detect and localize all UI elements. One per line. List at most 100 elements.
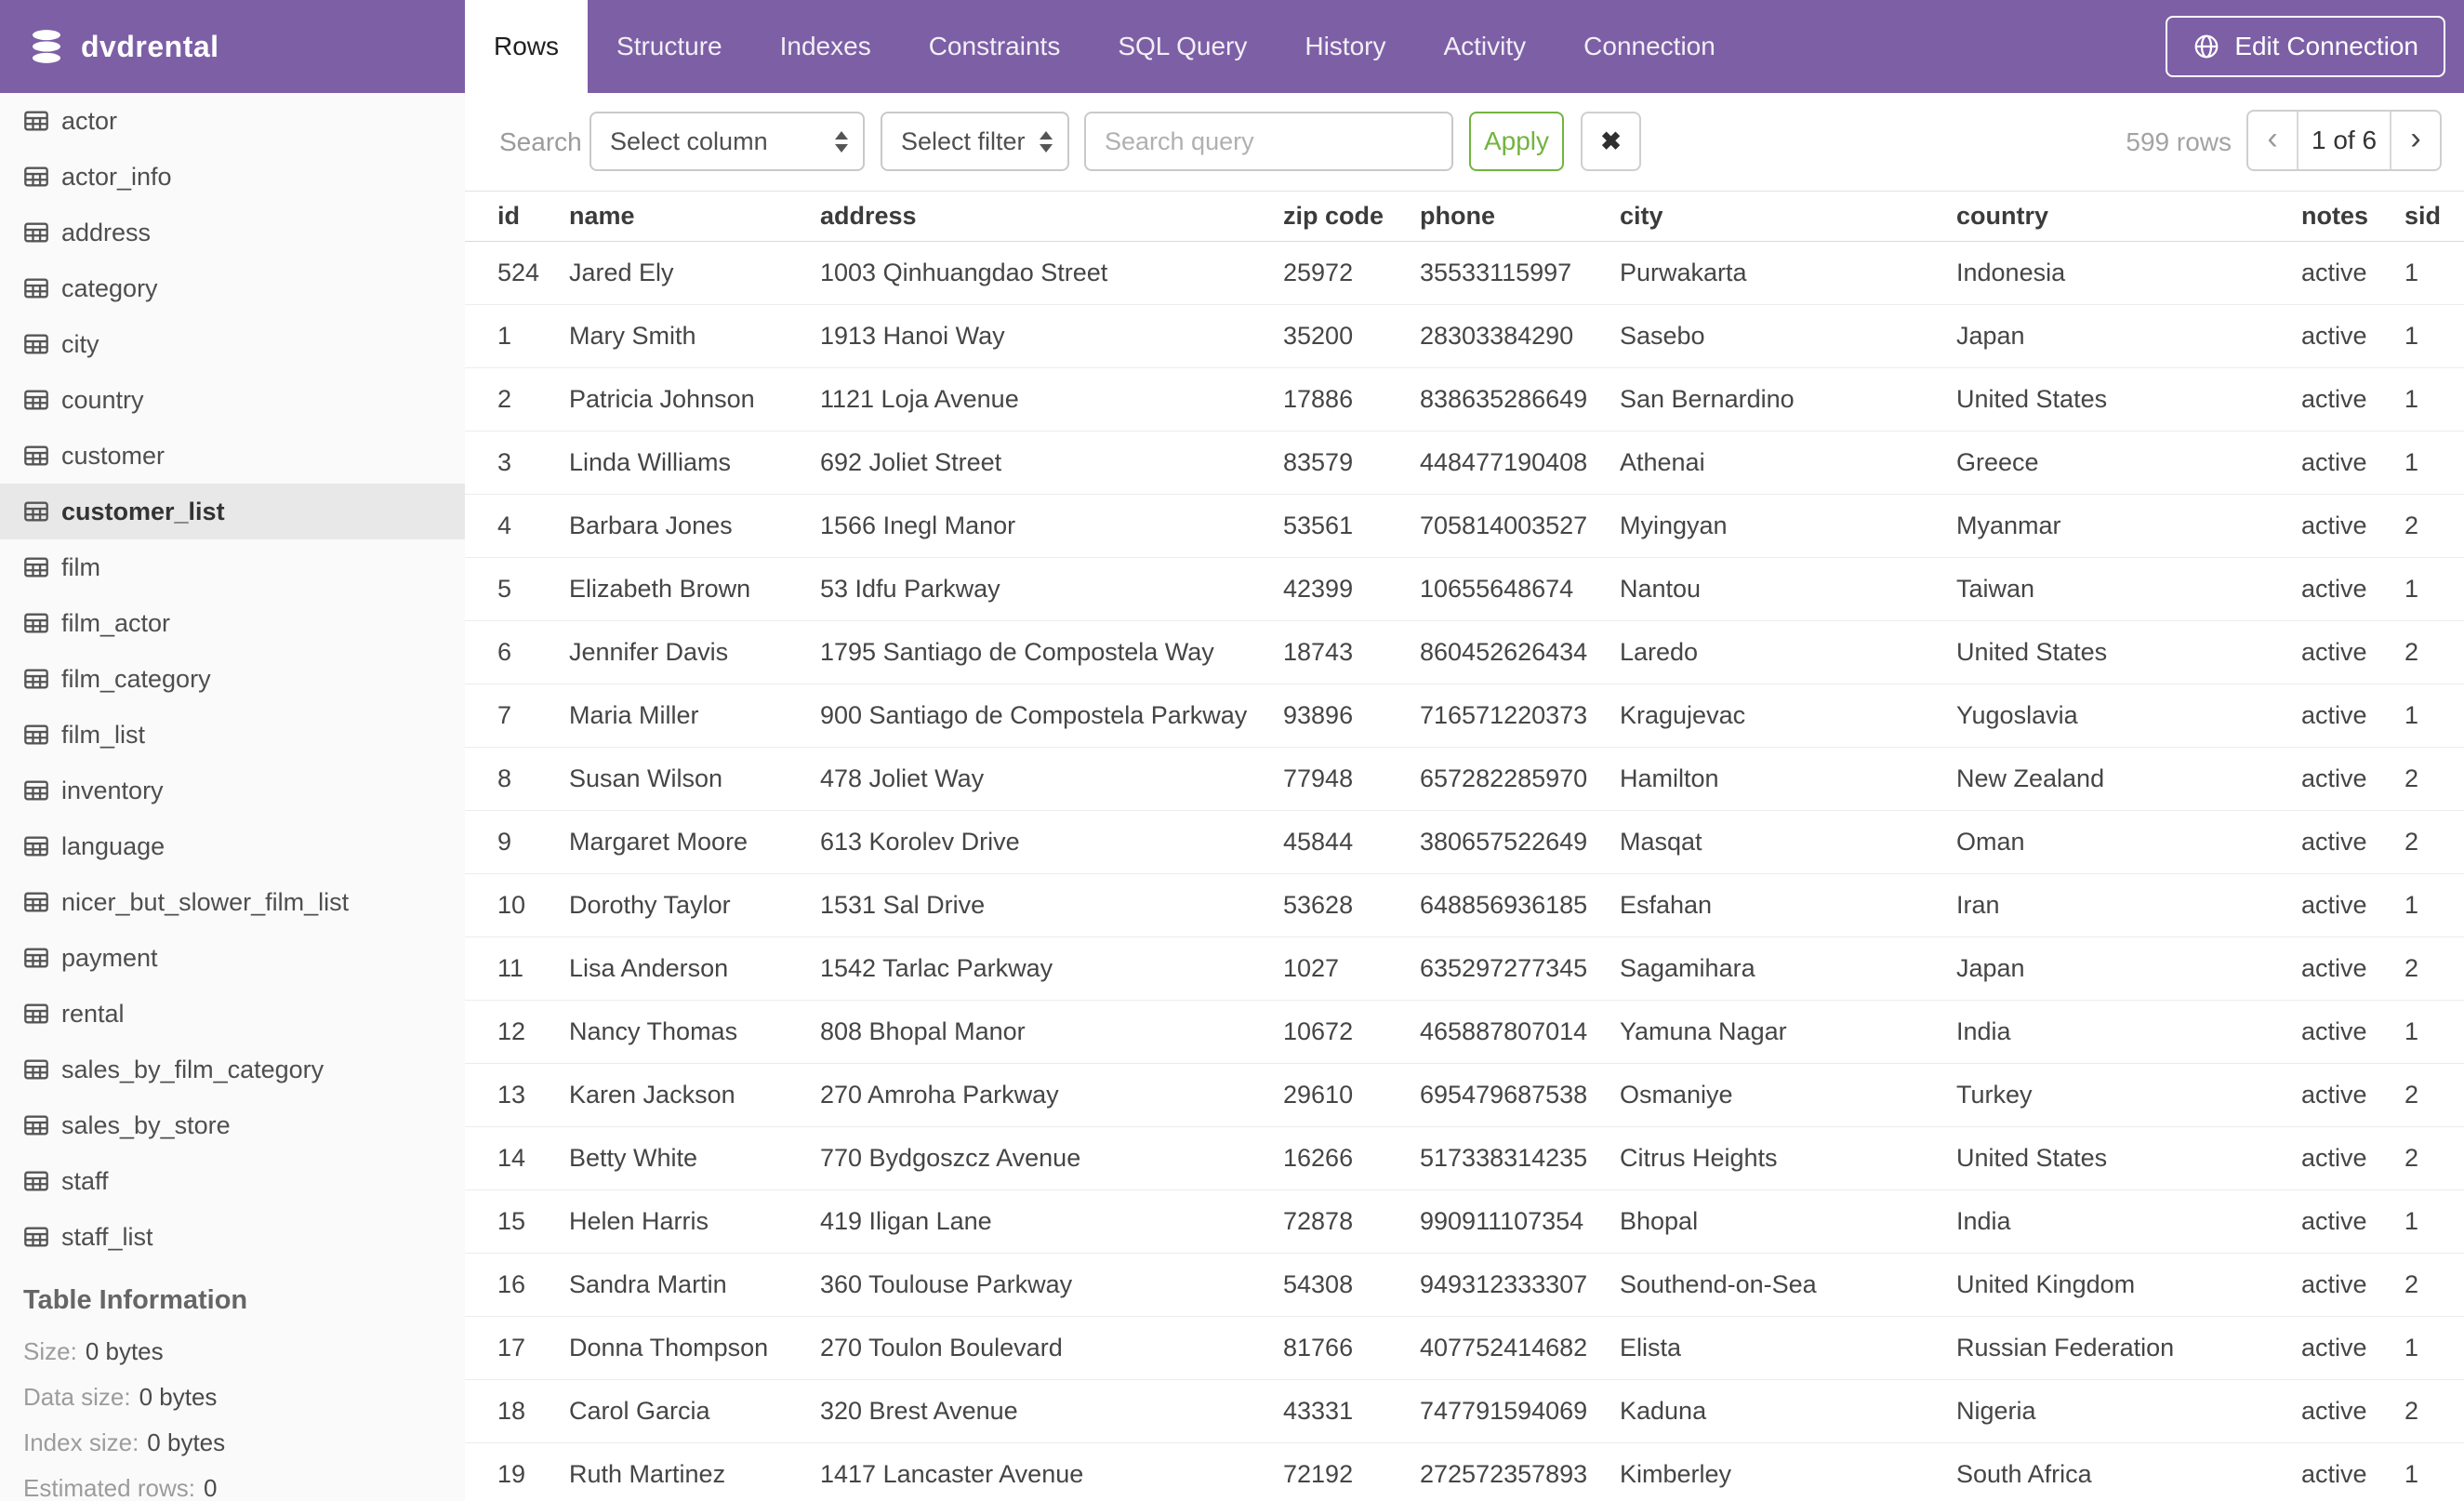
sidebar-item-staff[interactable]: staff: [0, 1153, 465, 1209]
cell-sid: 2: [2404, 810, 2464, 874]
table-row[interactable]: 2 Patricia Johnson 1121 Loja Avenue 17886 83…: [465, 367, 2464, 432]
column-header-notes[interactable]: notes: [2301, 191, 2404, 242]
sidebar-item-film-category[interactable]: film_category: [0, 651, 465, 707]
cell-sid: 2: [2404, 1253, 2464, 1317]
cell-address: 1913 Hanoi Way: [820, 304, 1283, 368]
column-header-phone[interactable]: phone: [1420, 191, 1620, 242]
tab-connection[interactable]: Connection: [1555, 0, 1744, 93]
tab-constraints[interactable]: Constraints: [900, 0, 1090, 93]
table-row[interactable]: 4 Barbara Jones 1566 Inegl Manor 53561 70581…: [465, 494, 2464, 558]
table-row[interactable]: 16 Sandra Martin 360 Toulouse Parkway 54308…: [465, 1253, 2464, 1317]
table-row[interactable]: 6 Jennifer Davis 1795 Santiago de Composte…: [465, 620, 2464, 684]
table-row[interactable]: 15 Helen Harris 419 Iligan Lane 72878 990911…: [465, 1189, 2464, 1254]
cell-country: India: [1956, 1000, 2301, 1064]
sidebar-item-sales-by-film-category[interactable]: sales_by_film_category: [0, 1042, 465, 1097]
edit-connection-button[interactable]: Edit Connection: [2166, 16, 2445, 77]
sidebar-item-address[interactable]: address: [0, 205, 465, 260]
sidebar-item-inventory[interactable]: inventory: [0, 763, 465, 818]
cell-city: Laredo: [1620, 620, 1956, 684]
table-row[interactable]: 10 Dorothy Taylor 1531 Sal Drive 53628 64885…: [465, 873, 2464, 937]
table-icon: [23, 554, 49, 580]
sidebar-item-film-actor[interactable]: film_actor: [0, 595, 465, 651]
sidebar-item-customer-list[interactable]: customer_list: [0, 484, 465, 539]
sidebar-item-actor[interactable]: actor: [0, 93, 465, 149]
cell-zip-code: 17886: [1283, 367, 1420, 432]
sidebar-item-country[interactable]: country: [0, 372, 465, 428]
cell-notes: active: [2301, 1253, 2404, 1317]
table-row[interactable]: 524 Jared Ely 1003 Qinhuangdao Street 25972…: [465, 241, 2464, 305]
column-header-id[interactable]: id: [465, 191, 569, 242]
table-icon: [23, 945, 49, 971]
cell-phone: 407752414682: [1420, 1316, 1620, 1380]
tab-history[interactable]: History: [1276, 0, 1414, 93]
prev-page-button[interactable]: ‹: [2248, 112, 2297, 169]
table-row[interactable]: 3 Linda Williams 692 Joliet Street 83579 448…: [465, 431, 2464, 495]
cell-sid: 1: [2404, 1189, 2464, 1254]
rows-table: id name address zip code phone city country not…: [465, 191, 2464, 1501]
cell-phone: 695479687538: [1420, 1063, 1620, 1127]
table-row[interactable]: 7 Maria Miller 900 Santiago de Compostela …: [465, 684, 2464, 748]
sidebar-item-label: rental: [61, 999, 125, 1028]
cell-country: United States: [1956, 367, 2301, 432]
cell-address: 1795 Santiago de Compostela Way: [820, 620, 1283, 684]
cell-sid: 2: [2404, 747, 2464, 811]
sidebar-item-rental[interactable]: rental: [0, 986, 465, 1042]
column-header-sid[interactable]: sid: [2404, 191, 2464, 242]
pagination: ‹ 1 of 6 ›: [2246, 110, 2442, 171]
column-header-country[interactable]: country: [1956, 191, 2301, 242]
table-row[interactable]: 1 Mary Smith 1913 Hanoi Way 35200 2830338429…: [465, 304, 2464, 368]
sidebar-item-film-list[interactable]: film_list: [0, 707, 465, 763]
table-row[interactable]: 11 Lisa Anderson 1542 Tarlac Parkway 1027 63…: [465, 936, 2464, 1001]
sidebar-item-city[interactable]: city: [0, 316, 465, 372]
table-row[interactable]: 17 Donna Thompson 270 Toulon Boulevard 8176…: [465, 1316, 2464, 1380]
sidebar-item-staff-list[interactable]: staff_list: [0, 1209, 465, 1265]
column-header-zip-code[interactable]: zip code: [1283, 191, 1420, 242]
table-info-index-size-: Index size: 0 bytes: [23, 1420, 465, 1466]
sidebar-item-payment[interactable]: payment: [0, 930, 465, 986]
sidebar-item-language[interactable]: language: [0, 818, 465, 874]
search-query-input[interactable]: [1084, 112, 1453, 171]
table-row[interactable]: 19 Ruth Martinez 1417 Lancaster Avenue 7219…: [465, 1442, 2464, 1501]
tab-rows[interactable]: Rows: [465, 0, 589, 93]
table-row[interactable]: 8 Susan Wilson 478 Joliet Way 77948 65728228…: [465, 747, 2464, 811]
table-row[interactable]: 13 Karen Jackson 270 Amroha Parkway 29610 69…: [465, 1063, 2464, 1127]
table-row[interactable]: 9 Margaret Moore 613 Korolev Drive 45844 380…: [465, 810, 2464, 874]
cell-sid: 2: [2404, 620, 2464, 684]
column-header-name[interactable]: name: [569, 191, 820, 242]
column-header-address[interactable]: address: [820, 191, 1283, 242]
cell-address: 613 Korolev Drive: [820, 810, 1283, 874]
table-row[interactable]: 14 Betty White 770 Bydgoszcz Avenue 16266 51…: [465, 1126, 2464, 1190]
column-select[interactable]: Select column: [590, 112, 865, 171]
cell-city: Osmaniye: [1620, 1063, 1956, 1127]
sidebar-item-label: nicer_but_slower_film_list: [61, 887, 350, 916]
table-row[interactable]: 18 Carol Garcia 320 Brest Avenue 43331 74779…: [465, 1379, 2464, 1443]
table-icon: [23, 108, 49, 134]
cell-name: Jared Ely: [569, 241, 820, 305]
sidebar-item-actor-info[interactable]: actor_info: [0, 149, 465, 205]
tab-activity[interactable]: Activity: [1414, 0, 1555, 93]
sidebar-item-label: address: [61, 218, 152, 246]
column-header-city[interactable]: city: [1620, 191, 1956, 242]
apply-button[interactable]: Apply: [1469, 112, 1564, 171]
tab-indexes[interactable]: Indexes: [751, 0, 900, 93]
clear-search-button[interactable]: ✖: [1581, 112, 1641, 171]
cell-country: Turkey: [1956, 1063, 2301, 1127]
tab-sql-query[interactable]: SQL Query: [1089, 0, 1276, 93]
sidebar-item-customer[interactable]: customer: [0, 428, 465, 484]
cell-name: Maria Miller: [569, 684, 820, 748]
sidebar-item-nicer-but-slower-film-list[interactable]: nicer_but_slower_film_list: [0, 874, 465, 930]
table-row[interactable]: 12 Nancy Thomas 808 Bhopal Manor 10672 46588…: [465, 1000, 2464, 1064]
table-info-estimated-rows-: Estimated rows: 0: [23, 1466, 465, 1501]
table-row[interactable]: 5 Elizabeth Brown 53 Idfu Parkway 42399 1065…: [465, 557, 2464, 621]
sidebar-item-category[interactable]: category: [0, 260, 465, 316]
sidebar-item-sales-by-store[interactable]: sales_by_store: [0, 1097, 465, 1153]
tab-structure[interactable]: Structure: [588, 0, 751, 93]
next-page-button[interactable]: ›: [2391, 112, 2440, 169]
cell-city: Southend-on-Sea: [1620, 1253, 1956, 1317]
cell-zip-code: 18743: [1283, 620, 1420, 684]
filter-select[interactable]: Select filter: [881, 112, 1069, 171]
sidebar-item-film[interactable]: film: [0, 539, 465, 595]
page-indicator: 1 of 6: [2297, 112, 2391, 169]
table-icon: [23, 1056, 49, 1083]
table-information-fields: Size: 0 bytes Data size: 0 bytes Index size:…: [23, 1329, 465, 1501]
